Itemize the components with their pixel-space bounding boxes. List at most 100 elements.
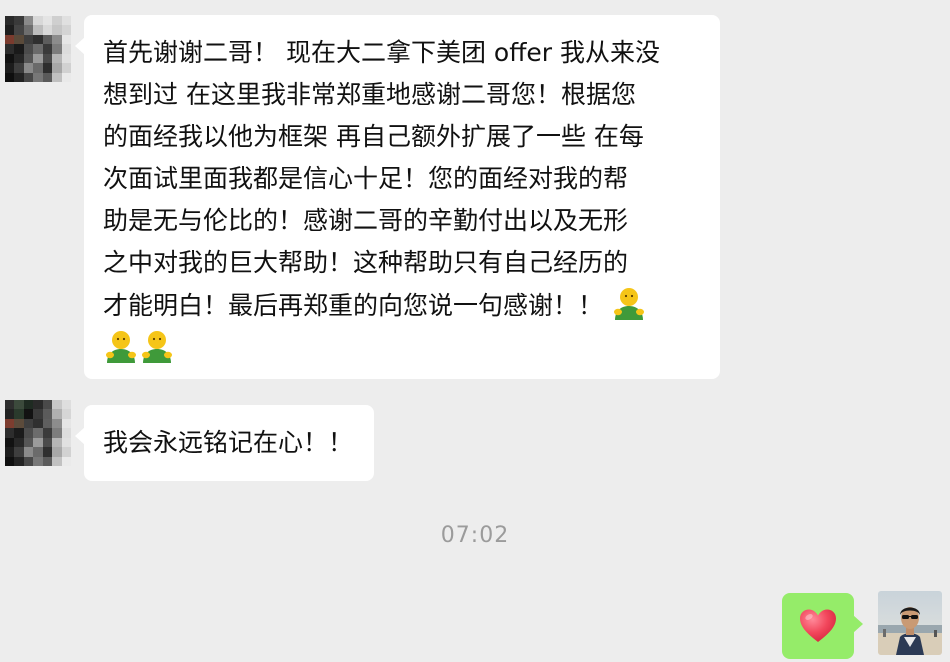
avatar-pixel [42,34,53,45]
avatar-pixel [14,418,24,429]
profile-photo-icon [878,591,942,655]
avatar-pixel [33,44,43,54]
bubble-tail [75,427,85,445]
avatar-pixel [52,456,62,466]
avatar-pixel [33,428,43,438]
avatar-pixel [5,456,15,466]
avatar-pixel [5,400,15,410]
message-text: 我会永远铭记在心！！ [103,428,354,457]
avatar-pixel [23,437,34,448]
message-line: 助是无与伦比的！感谢二哥的辛勤付出以及无形 [103,206,629,235]
avatar-pixel [33,400,43,410]
avatar-pixel [61,428,71,438]
avatar-pixel [61,63,71,73]
bubble-tail [853,615,863,633]
avatar-pixel [14,16,24,26]
avatar-pixel [61,72,71,82]
avatar-pixel [42,409,53,419]
avatar-pixel [61,25,71,35]
avatar-pixel [33,16,43,26]
avatar-pixel [52,44,62,54]
avatar-pixel [5,63,15,73]
emoji-line [103,327,720,370]
message-timestamp: 07:02 [440,523,510,548]
red-heart-emoji-icon [800,609,836,642]
avatar-pixel [14,53,24,64]
message-line: 之中对我的巨大帮助！这种帮助只有自己经历的 [103,248,629,277]
avatar-pixel [42,447,53,457]
avatar-pixel [14,437,24,448]
avatar-pixel [52,400,62,410]
message-line: 首先谢谢二哥！ 现在大二拿下美团 offer 我从来没 [103,38,661,67]
avatar-pixel [42,72,53,82]
avatar-pixel [61,437,71,448]
avatar-pixel [61,447,71,457]
avatar-pixel [5,418,15,429]
avatar-pixel [5,34,15,45]
avatar-pixel [61,400,71,410]
avatar-pixel [52,447,62,457]
avatar-pixel [42,53,53,64]
avatar-pixel [14,400,24,410]
avatar-pixel [42,63,53,73]
avatar-pixel [33,72,43,82]
avatar-pixel [42,456,53,466]
avatar-pixel [23,447,34,457]
contact-avatar[interactable] [5,16,71,82]
message-bubble[interactable]: 我会永远铭记在心！！ [75,405,374,481]
avatar-pixel [52,437,62,448]
avatar-pixel [33,418,43,429]
my-message-bubble[interactable] [782,593,863,659]
avatar-pixel [23,428,34,438]
avatar-pixel [14,72,24,82]
avatar-pixel [61,44,71,54]
avatar-pixel [42,44,53,54]
avatar-pixel [61,418,71,429]
hugging-person-emoji-icon [140,327,174,365]
avatar-pixel [5,44,15,54]
avatar-pixel [23,400,34,410]
avatar-pixel [5,447,15,457]
avatar-pixel [33,437,43,448]
avatar-pixel [14,428,24,438]
avatar-pixel [52,72,62,82]
message-bubble[interactable]: 首先谢谢二哥！ 现在大二拿下美团 offer 我从来没 想到过 在这里我非常郑重… [75,15,720,379]
bubble-tail [75,37,85,55]
avatar-pixel [52,25,62,35]
message-line: 想到过 在这里我非常郑重地感谢二哥您！根据您 [103,80,636,109]
avatar-pixel [23,418,34,429]
avatar-pixel [23,456,34,466]
my-avatar[interactable] [878,591,942,655]
avatar-pixel [33,456,43,466]
avatar-pixel [23,25,34,35]
avatar-pixel [14,63,24,73]
avatar-pixel [23,63,34,73]
avatar-pixel [52,16,62,26]
avatar-pixel [14,447,24,457]
avatar-pixel [42,437,53,448]
avatar-pixel [5,53,15,64]
avatar-pixel [61,16,71,26]
avatar-pixel [14,409,24,419]
avatar-pixel [23,72,34,82]
avatar-pixel [23,34,34,45]
avatar-pixel [5,72,15,82]
avatar-pixel [33,34,43,45]
avatar-pixel [14,34,24,45]
avatar-pixel [5,428,15,438]
avatar-pixel [52,418,62,429]
avatar-pixel [23,409,34,419]
avatar-pixel [33,25,43,35]
avatar-pixel [61,409,71,419]
avatar-pixel [23,53,34,64]
avatar-pixel [42,400,53,410]
avatar-pixel [42,25,53,35]
avatar-pixel [5,409,15,419]
avatar-pixel [52,53,62,64]
avatar-pixel [5,25,15,35]
hugging-person-emoji-icon [104,327,138,365]
contact-avatar[interactable] [5,400,71,466]
avatar-pixel [5,437,15,448]
avatar-pixel [42,428,53,438]
message-line: 次面试里面我都是信心十足！您的面经对我的帮 [103,164,629,193]
